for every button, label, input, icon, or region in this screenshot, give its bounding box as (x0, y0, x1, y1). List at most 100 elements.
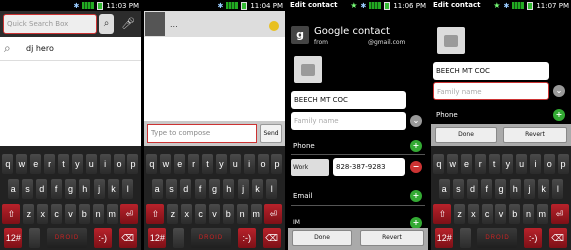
shift-key[interactable]: ⇧ (2, 204, 21, 224)
phone-number-field[interactable]: 828-387-9283 (333, 158, 405, 176)
key-c[interactable]: c (195, 204, 207, 224)
key-m[interactable]: m (106, 204, 118, 224)
revert-button[interactable]: Revert (360, 230, 424, 246)
key-a[interactable]: a (151, 179, 163, 199)
symbols-key[interactable]: 12# (148, 228, 167, 248)
key-d[interactable]: d (36, 179, 48, 199)
key-i[interactable]: i (99, 154, 111, 174)
key-q[interactable]: q (2, 154, 14, 174)
given-name-field[interactable]: BEECH MT COC (433, 62, 549, 80)
key-w[interactable]: w (447, 154, 459, 174)
key-z[interactable]: z (23, 204, 35, 224)
key-b[interactable]: b (78, 204, 90, 224)
phone-type-select[interactable]: Work (291, 159, 329, 176)
key-u[interactable]: u (85, 154, 97, 174)
key-s[interactable]: s (452, 179, 464, 199)
key-g[interactable]: g (495, 179, 507, 199)
key-h[interactable]: h (509, 179, 521, 199)
key-t[interactable]: t (202, 154, 213, 174)
key-m[interactable]: m (536, 204, 548, 224)
key-r[interactable]: r (188, 154, 200, 174)
key-k[interactable]: k (538, 179, 550, 199)
key-v[interactable]: v (495, 204, 507, 224)
key-t[interactable]: t (58, 154, 69, 174)
key-b[interactable]: b (509, 204, 521, 224)
key-o[interactable]: o (257, 154, 269, 174)
key-e[interactable]: e (174, 154, 186, 174)
key-n[interactable]: n (92, 204, 104, 224)
key-n[interactable]: n (236, 204, 248, 224)
key-v[interactable]: v (208, 204, 220, 224)
key-r[interactable]: r (474, 154, 486, 174)
key-e[interactable]: e (30, 154, 42, 174)
space-key[interactable]: DROID (477, 228, 518, 248)
shift-key[interactable]: ⇧ (146, 204, 165, 224)
key-h[interactable]: h (223, 179, 235, 199)
key-j[interactable]: j (237, 179, 249, 199)
key-l[interactable]: l (266, 179, 278, 199)
expand-name-icon[interactable]: ⌄ (410, 115, 422, 127)
key-d[interactable]: d (467, 179, 479, 199)
key-o[interactable]: o (113, 154, 125, 174)
key-k[interactable]: k (107, 179, 119, 199)
key-a[interactable]: a (7, 179, 19, 199)
key-j[interactable]: j (93, 179, 105, 199)
key-q[interactable]: q (433, 154, 445, 174)
key-l[interactable]: l (552, 179, 564, 199)
key-c[interactable]: c (481, 204, 493, 224)
contact-photo-button[interactable] (437, 27, 465, 54)
mic-key[interactable] (459, 228, 471, 248)
space-key[interactable]: DROID (190, 228, 231, 248)
family-name-field[interactable]: Family name (291, 112, 406, 130)
add-email-icon[interactable]: + (410, 190, 422, 202)
enter-key[interactable]: ⏎ (120, 204, 139, 224)
add-phone-icon[interactable]: + (410, 140, 422, 152)
given-name-field[interactable]: BEECH MT COC (291, 91, 406, 109)
family-name-field[interactable]: Family name (433, 82, 549, 100)
key-a[interactable]: a (438, 179, 450, 199)
key-w[interactable]: w (160, 154, 172, 174)
key-i[interactable]: i (243, 154, 255, 174)
search-button[interactable]: ⌕ (99, 14, 114, 34)
key-p[interactable]: p (271, 154, 283, 174)
list-item[interactable]: ⌕ dj hero (0, 37, 141, 61)
delete-key[interactable]: ⌫ (548, 228, 567, 248)
key-y[interactable]: y (502, 154, 514, 174)
mic-key[interactable] (29, 228, 41, 248)
delete-key[interactable]: ⌫ (118, 228, 137, 248)
key-l[interactable]: l (122, 179, 134, 199)
key-b[interactable]: b (222, 204, 234, 224)
key-q[interactable]: q (146, 154, 158, 174)
key-t[interactable]: t (488, 154, 500, 174)
key-c[interactable]: c (51, 204, 63, 224)
key-g[interactable]: g (208, 179, 220, 199)
key-j[interactable]: j (523, 179, 535, 199)
key-p[interactable]: p (557, 154, 569, 174)
search-input[interactable]: Quick Search Box (3, 14, 97, 34)
smiley-key[interactable]: :-) (93, 228, 112, 248)
symbols-key[interactable]: 12# (4, 228, 23, 248)
key-r[interactable]: r (44, 154, 56, 174)
send-button[interactable]: Send (260, 124, 282, 143)
key-z[interactable]: z (167, 204, 179, 224)
key-x[interactable]: x (37, 204, 49, 224)
revert-button[interactable]: Revert (503, 127, 567, 143)
symbols-key[interactable]: 12# (435, 228, 454, 248)
key-o[interactable]: o (543, 154, 555, 174)
shift-key[interactable]: ⇧ (433, 204, 452, 224)
smiley-key[interactable]: :-) (524, 228, 543, 248)
contact-photo-button[interactable] (294, 56, 322, 83)
smiley-key[interactable]: :-) (237, 228, 256, 248)
mic-icon[interactable]: 🎤︎ (118, 14, 138, 34)
done-button[interactable]: Done (435, 127, 497, 143)
key-w[interactable]: w (16, 154, 28, 174)
key-f[interactable]: f (194, 179, 206, 199)
key-i[interactable]: i (529, 154, 541, 174)
remove-phone-icon[interactable]: − (410, 161, 422, 173)
key-y[interactable]: y (71, 154, 83, 174)
key-y[interactable]: y (215, 154, 227, 174)
key-u[interactable]: u (516, 154, 528, 174)
key-g[interactable]: g (64, 179, 76, 199)
key-s[interactable]: s (165, 179, 177, 199)
key-f[interactable]: f (50, 179, 62, 199)
